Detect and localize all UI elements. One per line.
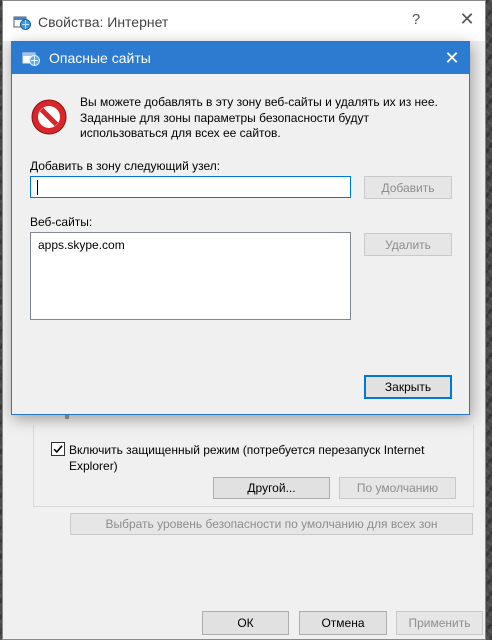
dialog-title: Опасные сайты <box>49 50 151 66</box>
zone-description: Вы можете добавлять в эту зону веб-сайты… <box>80 95 438 140</box>
websites-label: Веб-сайты: <box>30 215 93 229</box>
outer-window-title: Свойства: Интернет <box>38 14 169 30</box>
ok-button[interactable]: ОК <box>202 611 289 635</box>
default-level-button[interactable]: По умолчанию <box>339 477 456 499</box>
protected-mode-label: Включить защищенный режим (потребуется п… <box>69 443 425 473</box>
apply-button[interactable]: Применить <box>396 611 483 635</box>
add-button[interactable]: Добавить <box>364 176 452 199</box>
stop-icon <box>31 99 67 135</box>
custom-level-button[interactable]: Другой... <box>213 477 330 499</box>
add-site-input[interactable] <box>30 176 351 198</box>
cancel-button[interactable]: Отмена <box>299 611 387 635</box>
reset-all-zones-button[interactable]: Выбрать уровень безопасности по умолчани… <box>70 513 473 535</box>
text-caret <box>37 180 38 195</box>
internet-options-icon <box>22 52 40 66</box>
protected-mode-checkbox[interactable] <box>51 442 65 456</box>
websites-list[interactable]: apps.skype.com <box>30 232 351 320</box>
outer-titlebar: Свойства: Интернет ? ✕ <box>3 1 485 41</box>
remove-button[interactable]: Удалить <box>364 233 452 256</box>
dialog-titlebar: Опасные сайты ✕ <box>12 42 469 74</box>
help-icon[interactable]: ? <box>406 11 426 33</box>
close-icon[interactable]: ✕ <box>455 9 479 33</box>
add-site-label: Добавить в зону следующий узел: <box>30 159 221 173</box>
list-item[interactable]: apps.skype.com <box>38 238 125 252</box>
close-icon[interactable]: ✕ <box>438 45 466 71</box>
close-button[interactable]: Закрыть <box>364 375 452 399</box>
internet-options-icon <box>13 16 31 30</box>
checkmark-icon <box>53 445 63 454</box>
restricted-sites-dialog: Опасные сайты ✕ Вы можете добавлять в эт… <box>11 41 470 415</box>
